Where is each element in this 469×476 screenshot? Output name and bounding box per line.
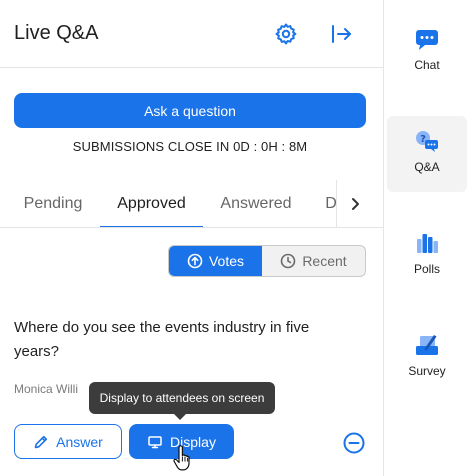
arrow-up-circle-icon	[187, 253, 203, 269]
rail-label-qa: Q&A	[414, 160, 440, 174]
tabs-scroll-right-button[interactable]	[336, 180, 372, 227]
monitor-icon	[148, 435, 162, 448]
rail-label-chat: Chat	[414, 58, 440, 72]
sort-votes-button[interactable]: Votes	[169, 246, 262, 276]
gear-icon	[275, 23, 297, 45]
qa-icon: ?	[416, 131, 438, 152]
exit-arrow-icon	[332, 25, 351, 43]
sort-votes-label: Votes	[208, 253, 245, 269]
tab-pending[interactable]: Pending	[10, 180, 96, 227]
chevron-right-icon	[351, 197, 359, 210]
minus-circle-icon	[343, 432, 365, 454]
polls-icon	[417, 234, 438, 253]
sort-toggle: Votes Recent	[168, 245, 366, 277]
panel-header: Live Q&A	[0, 0, 383, 68]
survey-icon	[416, 335, 438, 355]
submission-countdown: SUBMISSIONS CLOSE IN 0D : 0H : 8M	[72, 139, 308, 154]
answer-label: Answer	[56, 433, 103, 450]
rail-item-survey[interactable]: Survey	[385, 332, 469, 392]
hand-pointer-cursor-icon	[173, 445, 190, 471]
answer-button[interactable]: Answer	[14, 424, 122, 459]
sort-recent-label: Recent	[302, 253, 347, 269]
display-tooltip: Display to attendees on screen	[89, 382, 275, 420]
rail-item-chat[interactable]: Chat	[385, 28, 469, 88]
chat-icon	[416, 30, 438, 50]
rail-label-survey: Survey	[408, 364, 446, 378]
question-author: Monica Willi	[14, 382, 79, 396]
question-text: Where do you see the events industry in …	[14, 319, 310, 360]
rail-label-polls: Polls	[413, 262, 440, 276]
sort-recent-button[interactable]: Recent	[262, 246, 365, 276]
remove-question-button[interactable]	[343, 432, 365, 454]
tab-answered[interactable]: Answered	[208, 180, 304, 227]
rail-item-polls[interactable]: Polls	[385, 232, 469, 292]
settings-button[interactable]	[272, 20, 300, 48]
side-rail: Chat ? Q&A Polls Survey	[383, 0, 469, 476]
ask-question-button[interactable]: Ask a question	[14, 93, 366, 128]
page-title: Live Q&A	[14, 22, 99, 44]
collapse-panel-button[interactable]	[327, 20, 355, 48]
pencil-icon	[34, 435, 48, 448]
tab-approved[interactable]: Approved	[100, 180, 203, 227]
clock-icon	[281, 253, 296, 269]
qa-panel: Live Q&A Ask a question SUBMISSIONS CLOS…	[0, 0, 383, 476]
qa-tabs: Pending Approved Answered D	[0, 180, 383, 228]
rail-item-qa[interactable]: ? Q&A	[387, 116, 467, 192]
